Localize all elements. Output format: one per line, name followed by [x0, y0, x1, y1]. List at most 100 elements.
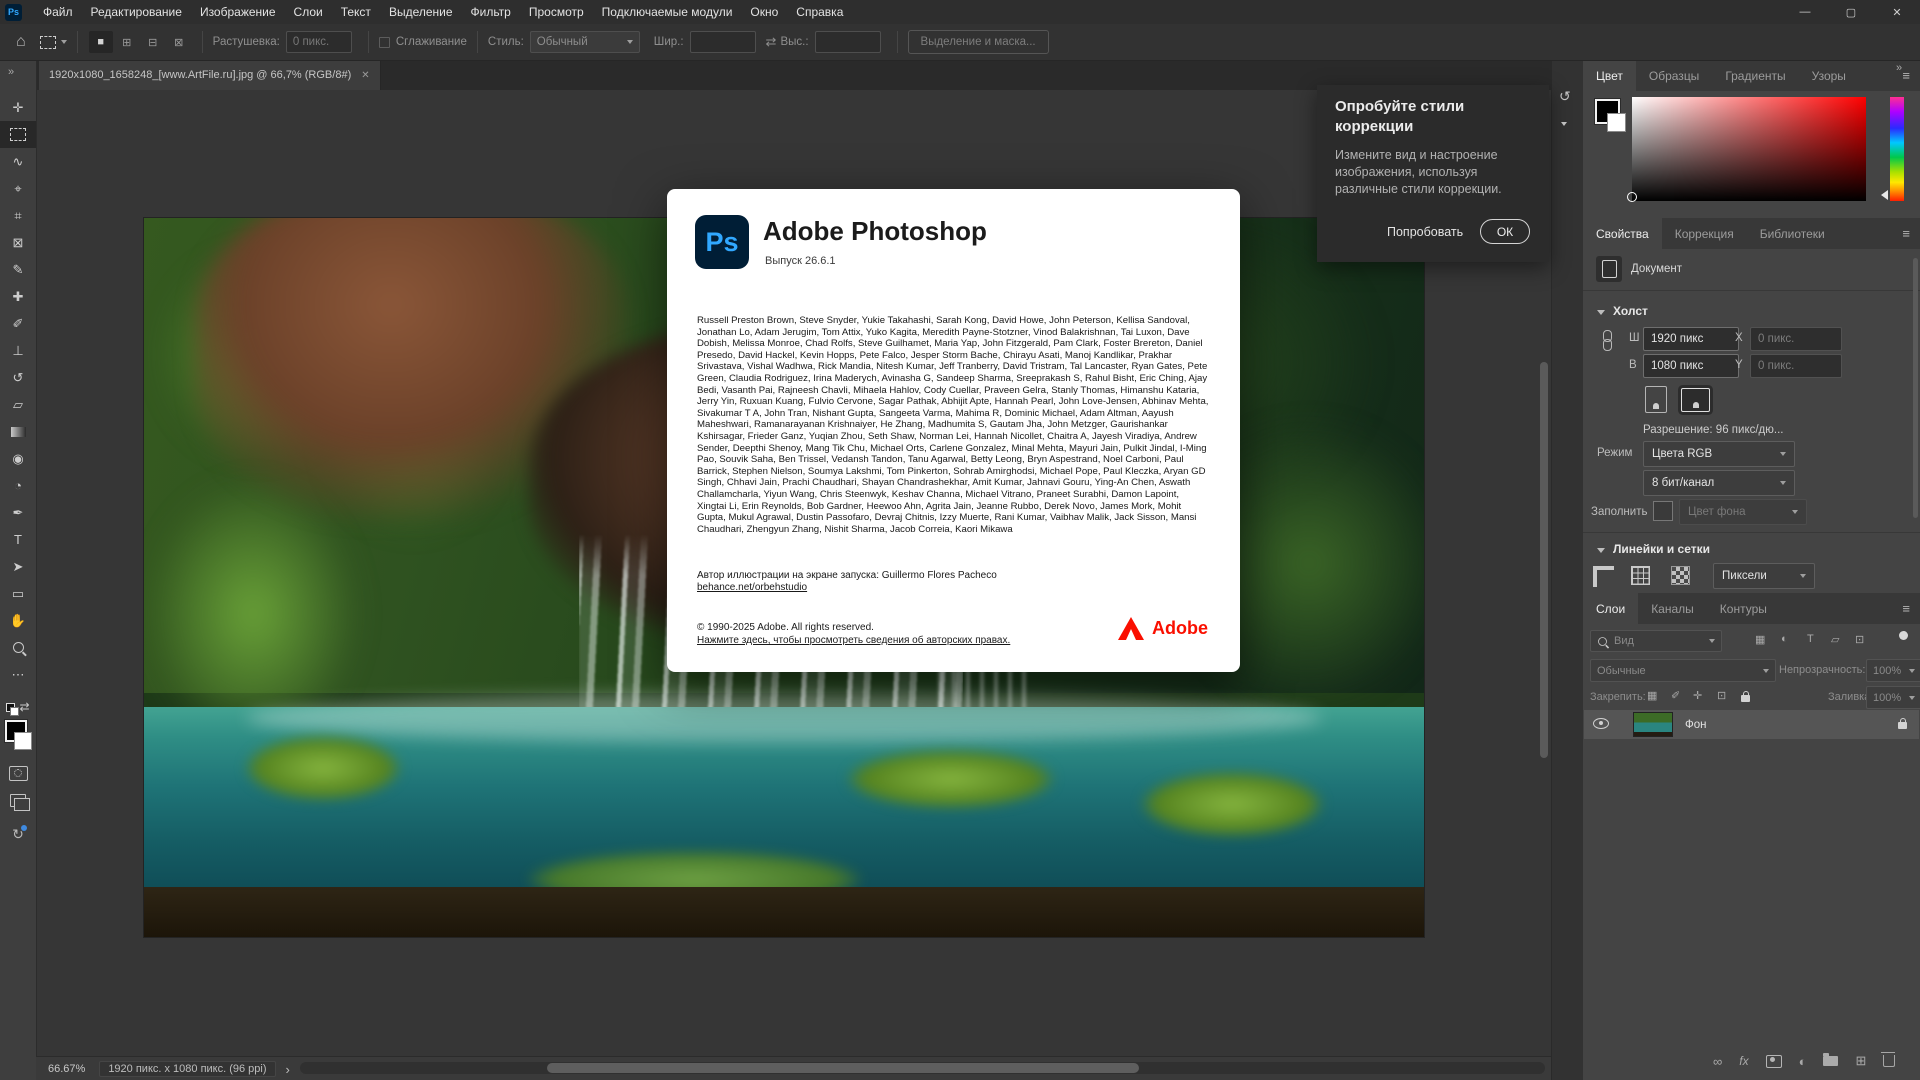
lock-position-icon[interactable]: ✛ — [1693, 689, 1702, 702]
tab-adjustments[interactable]: Коррекция — [1662, 218, 1747, 249]
maximize-button[interactable]: ▢ — [1828, 0, 1874, 24]
transparency-grid-icon[interactable] — [1671, 566, 1690, 585]
portrait-orientation-button[interactable] — [1645, 386, 1667, 413]
canvas-width-field[interactable]: 1920 пикс — [1643, 327, 1739, 351]
lock-all-icon[interactable] — [1741, 689, 1750, 707]
tab-channels[interactable]: Каналы — [1638, 593, 1707, 624]
canvas-height-field[interactable]: 1080 пикс — [1643, 354, 1739, 378]
healing-brush-tool[interactable]: ✚ — [0, 283, 36, 310]
blend-mode-dropdown[interactable]: Обычные — [1590, 659, 1776, 682]
filter-toggle-icon[interactable] — [1899, 631, 1908, 640]
menu-item-6[interactable]: Фильтр — [462, 0, 520, 24]
tab-color[interactable]: Цвет — [1583, 60, 1636, 91]
object-selection-tool[interactable]: ⌖ — [0, 175, 36, 202]
color-mode-dropdown[interactable]: Цвета RGB — [1643, 441, 1795, 467]
dock-collapse-icon[interactable]: » — [1896, 62, 1901, 74]
lock-transparency-icon[interactable]: ▦ — [1647, 689, 1657, 702]
zoom-level[interactable]: 66.67% — [48, 1063, 85, 1075]
tab-layers[interactable]: Слои — [1583, 593, 1638, 624]
color-swatches[interactable] — [0, 720, 36, 756]
filter-type-layers-icon[interactable]: T — [1807, 633, 1814, 645]
zoom-tool[interactable] — [0, 634, 36, 661]
horizontal-scrollbar[interactable] — [547, 1063, 1139, 1073]
move-tool[interactable]: ✛ — [0, 94, 36, 121]
tab-patterns[interactable]: Узоры — [1799, 60, 1859, 91]
layer-name[interactable]: Фон — [1685, 719, 1707, 731]
frame-tool[interactable]: ⊠ — [0, 229, 36, 256]
layer-row-background[interactable]: Фон — [1584, 710, 1919, 739]
menu-item-10[interactable]: Справка — [787, 0, 852, 24]
type-tool[interactable]: T — [0, 526, 36, 553]
lasso-tool[interactable]: ∿ — [0, 148, 36, 175]
opacity-field[interactable]: 100% — [1866, 659, 1920, 682]
panel-menu-icon[interactable]: ≡ — [1902, 68, 1910, 83]
panel-menu-icon[interactable]: ≡ — [1902, 601, 1910, 616]
selection-mode-subtract[interactable]: ⊟ — [141, 31, 165, 53]
close-button[interactable]: ✕ — [1874, 0, 1920, 24]
history-panel-icon[interactable]: ↺ — [1559, 88, 1571, 105]
panel-menu-icon[interactable]: ≡ — [1902, 226, 1910, 241]
document-tab[interactable]: 1920x1080_1658248_[www.ArtFile.ru].jpg @… — [39, 60, 381, 90]
rulers-icon[interactable] — [1593, 566, 1614, 587]
hand-tool[interactable]: ✋ — [0, 607, 36, 634]
menu-item-2[interactable]: Изображение — [191, 0, 285, 24]
filter-pixel-layers-icon[interactable]: ▦ — [1755, 633, 1765, 646]
selection-mode-new[interactable]: ■ — [89, 31, 113, 53]
saturation-brightness-field[interactable] — [1632, 97, 1866, 201]
tab-properties[interactable]: Свойства — [1583, 218, 1662, 249]
link-layers-icon[interactable]: ∞ — [1713, 1054, 1722, 1069]
lock-artboard-icon[interactable]: ⊡ — [1717, 689, 1726, 702]
menu-item-8[interactable]: Подключаемые модули — [593, 0, 742, 24]
default-and-swap-colors[interactable]: ⇄ — [0, 700, 36, 714]
adjustment-layer-icon[interactable]: ◐ — [1799, 1054, 1807, 1069]
background-color-swatch[interactable] — [1607, 113, 1626, 132]
gradient-tool[interactable] — [0, 418, 36, 445]
minimize-button[interactable]: — — [1782, 0, 1828, 24]
screen-mode[interactable] — [0, 794, 36, 807]
height-input[interactable] — [815, 31, 881, 53]
quick-mask[interactable] — [0, 766, 36, 781]
selection-mode-intersect[interactable]: ⊠ — [167, 31, 191, 53]
marquee-tool[interactable] — [0, 121, 36, 148]
tab-paths[interactable]: Контуры — [1707, 593, 1780, 624]
style-dropdown[interactable]: Обычный — [530, 31, 640, 53]
menu-item-9[interactable]: Окно — [741, 0, 787, 24]
vertical-scrollbar[interactable] — [1540, 362, 1548, 758]
crop-tool[interactable]: ⌗ — [0, 202, 36, 229]
filter-shape-layers-icon[interactable]: ▱ — [1831, 633, 1839, 646]
width-input[interactable] — [690, 31, 756, 53]
close-tab-icon[interactable]: ✕ — [361, 70, 369, 81]
delete-layer-icon[interactable] — [1883, 1055, 1895, 1067]
fill-dropdown[interactable]: Цвет фона — [1679, 499, 1807, 525]
swap-colors-icon[interactable]: ⇄ — [19, 700, 29, 714]
eraser-tool[interactable]: ▱ — [0, 391, 36, 418]
background-color-swatch[interactable] — [14, 732, 32, 750]
pen-tool[interactable]: ✒ — [0, 499, 36, 526]
menu-item-0[interactable]: Файл — [34, 0, 82, 24]
fill-field[interactable]: 100% — [1866, 686, 1920, 709]
layer-filter-dropdown[interactable]: Вид — [1590, 630, 1722, 652]
copyright-link[interactable]: Нажмите здесь, чтобы просмотреть сведени… — [697, 635, 1010, 646]
canvas-x-field[interactable]: 0 пикс. — [1750, 327, 1842, 351]
menu-item-7[interactable]: Просмотр — [520, 0, 593, 24]
new-layer-icon[interactable]: ⊞ — [1855, 1053, 1866, 1069]
ok-button[interactable]: ОК — [1480, 219, 1530, 244]
layer-thumbnail[interactable] — [1633, 712, 1673, 737]
path-selection-tool[interactable]: ➤ — [0, 553, 36, 580]
filter-smart-object-icon[interactable]: ⊡ — [1855, 633, 1864, 646]
menu-item-1[interactable]: Редактирование — [82, 0, 191, 24]
hue-slider-handle[interactable] — [1881, 190, 1888, 200]
filter-adjustment-layers-icon[interactable]: ◐ — [1781, 633, 1788, 645]
home-icon[interactable]: ⌂ — [16, 33, 26, 51]
layer-effects-icon[interactable]: fx — [1739, 1054, 1748, 1068]
color-cursor[interactable] — [1627, 192, 1637, 202]
canvas-section-header[interactable]: Холст — [1597, 302, 1648, 320]
toolbar-collapse-icon[interactable]: » — [8, 66, 13, 78]
brush-tool[interactable]: ✐ — [0, 310, 36, 337]
try-button[interactable]: Попробовать — [1387, 225, 1463, 239]
canvas-y-field[interactable]: 0 пикс. — [1750, 354, 1842, 378]
tool-preset[interactable] — [40, 36, 67, 49]
menu-item-5[interactable]: Выделение — [380, 0, 462, 24]
add-mask-icon[interactable] — [1766, 1055, 1782, 1068]
landscape-orientation-button[interactable] — [1681, 388, 1710, 412]
